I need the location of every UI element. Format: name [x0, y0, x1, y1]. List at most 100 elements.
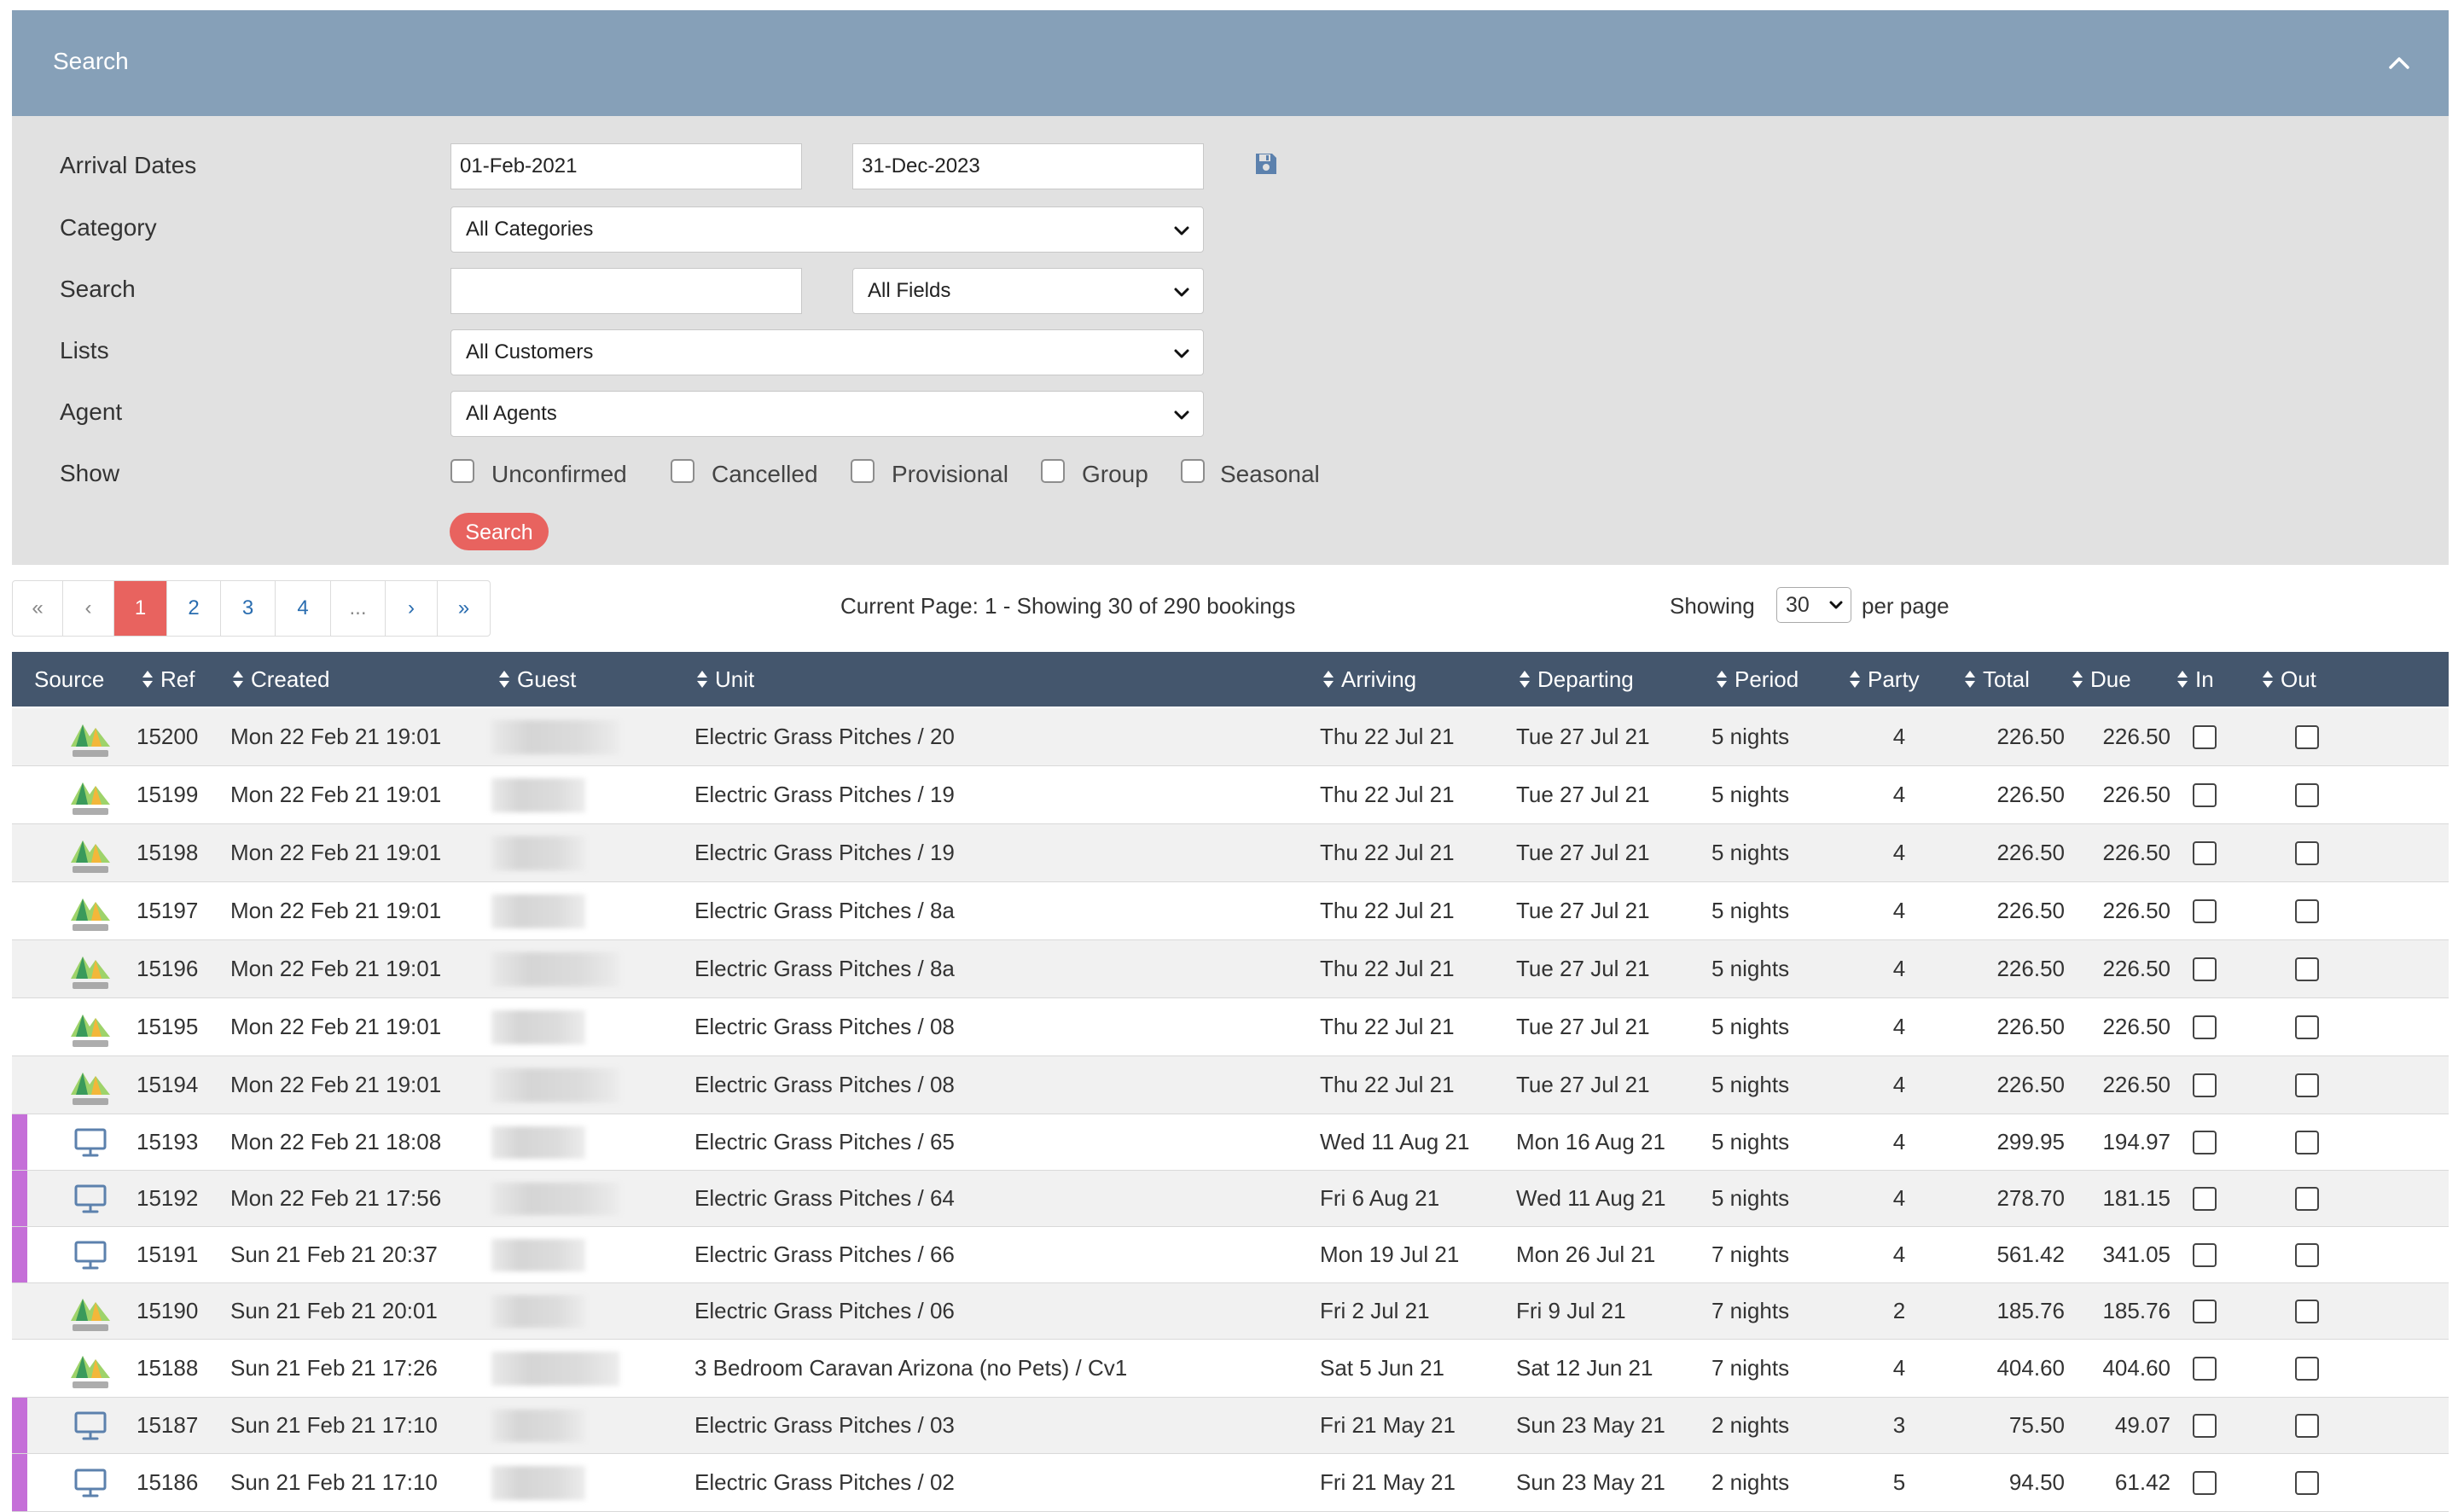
- check-in-checkbox[interactable]: [2193, 1015, 2217, 1039]
- table-row[interactable]: 15188 Sun 21 Feb 21 17:26 3 Bedroom Carava…: [12, 1340, 2449, 1398]
- check-out-checkbox[interactable]: [2295, 840, 2319, 865]
- guest-cell: [479, 882, 616, 939]
- col-in[interactable]: In: [2176, 652, 2214, 707]
- group-checkbox[interactable]: [1041, 459, 1065, 483]
- ref-cell[interactable]: 15186: [137, 1454, 222, 1511]
- search-input[interactable]: [450, 268, 802, 314]
- check-out-checkbox[interactable]: [2295, 782, 2319, 807]
- table-row[interactable]: 15196 Mon 22 Feb 21 19:01 Electric Grass P…: [12, 940, 2449, 998]
- check-in-checkbox[interactable]: [2193, 1413, 2217, 1438]
- check-in-checkbox[interactable]: [2193, 1130, 2217, 1154]
- check-out-checkbox[interactable]: [2295, 1015, 2319, 1039]
- table-row[interactable]: 15193 Mon 22 Feb 21 18:08 Electric Grass P…: [12, 1114, 2449, 1171]
- check-out-checkbox[interactable]: [2295, 1299, 2319, 1323]
- ref-cell[interactable]: 15200: [137, 708, 222, 765]
- col-departing[interactable]: Departing: [1519, 652, 1634, 707]
- lists-select[interactable]: All Customers: [450, 329, 1204, 375]
- ref-cell[interactable]: 15193: [137, 1114, 222, 1170]
- due-cell: 404.60: [2102, 1355, 2171, 1381]
- table-row[interactable]: 15187 Sun 21 Feb 21 17:10 Electric Grass P…: [12, 1398, 2449, 1454]
- unconfirmed-checkbox[interactable]: [450, 459, 474, 483]
- ref-cell[interactable]: 15191: [137, 1227, 222, 1282]
- table-row[interactable]: 15199 Mon 22 Feb 21 19:01 Electric Grass P…: [12, 766, 2449, 824]
- category-select[interactable]: All Categories: [450, 206, 1204, 253]
- col-total[interactable]: Total: [1964, 652, 2030, 707]
- check-in-checkbox[interactable]: [2193, 1242, 2217, 1267]
- check-in-checkbox[interactable]: [2193, 1356, 2217, 1381]
- page-4-button[interactable]: 4: [276, 581, 331, 636]
- ref-cell[interactable]: 15194: [137, 1056, 222, 1114]
- table-row[interactable]: 15191 Sun 21 Feb 21 20:37 Electric Grass P…: [12, 1227, 2449, 1283]
- col-period[interactable]: Period: [1716, 652, 1799, 707]
- party-cell: 5: [1892, 1469, 1906, 1495]
- col-created[interactable]: Created: [232, 652, 330, 707]
- next-page-button[interactable]: ›: [386, 581, 438, 636]
- check-in-checkbox[interactable]: [2193, 957, 2217, 981]
- check-out-checkbox[interactable]: [2295, 898, 2319, 923]
- ref-cell[interactable]: 15188: [137, 1340, 222, 1397]
- table-row[interactable]: 15192 Mon 22 Feb 21 17:56 Electric Grass P…: [12, 1171, 2449, 1227]
- check-in-checkbox[interactable]: [2193, 724, 2217, 749]
- search-button[interactable]: Search: [450, 513, 549, 550]
- col-guest[interactable]: Guest: [498, 652, 576, 707]
- save-icon[interactable]: [1254, 152, 1278, 176]
- last-page-button[interactable]: »: [438, 581, 490, 636]
- first-page-button[interactable]: «: [13, 581, 63, 636]
- check-out-checkbox[interactable]: [2295, 724, 2319, 749]
- check-in-checkbox[interactable]: [2193, 840, 2217, 865]
- table-row[interactable]: 15200 Mon 22 Feb 21 19:01 Electric Grass P…: [12, 708, 2449, 766]
- agent-select[interactable]: All Agents: [450, 391, 1204, 437]
- ref-cell[interactable]: 15197: [137, 882, 222, 939]
- table-row[interactable]: 15197 Mon 22 Feb 21 19:01 Electric Grass P…: [12, 882, 2449, 940]
- check-out-checkbox[interactable]: [2295, 1186, 2319, 1211]
- provisional-checkbox[interactable]: [851, 459, 875, 483]
- check-in-checkbox[interactable]: [2193, 1470, 2217, 1495]
- per-page-select[interactable]: 30: [1776, 587, 1851, 623]
- col-due[interactable]: Due: [2072, 652, 2131, 707]
- check-in-checkbox[interactable]: [2193, 782, 2217, 807]
- check-out-checkbox[interactable]: [2295, 1413, 2319, 1438]
- chevron-up-icon[interactable]: [2386, 49, 2413, 77]
- page-1-button[interactable]: 1: [114, 581, 167, 636]
- table-row[interactable]: 15198 Mon 22 Feb 21 19:01 Electric Grass P…: [12, 824, 2449, 882]
- search-field-select[interactable]: All Fields: [852, 268, 1204, 314]
- check-in-checkbox[interactable]: [2193, 898, 2217, 923]
- check-out-checkbox[interactable]: [2295, 1130, 2319, 1154]
- check-in-checkbox[interactable]: [2193, 1073, 2217, 1097]
- page-2-button[interactable]: 2: [167, 581, 221, 636]
- check-out-checkbox[interactable]: [2295, 1470, 2319, 1495]
- table-row[interactable]: 15186 Sun 21 Feb 21 17:10 Electric Grass P…: [12, 1454, 2449, 1512]
- check-in-cell: [2179, 824, 2230, 881]
- ref-cell[interactable]: 15187: [137, 1398, 222, 1453]
- check-in-checkbox[interactable]: [2193, 1186, 2217, 1211]
- ref-cell[interactable]: 15199: [137, 766, 222, 823]
- table-row[interactable]: 15194 Mon 22 Feb 21 19:01 Electric Grass P…: [12, 1056, 2449, 1114]
- check-out-cell: [2281, 1114, 2333, 1170]
- ref-cell[interactable]: 15198: [137, 824, 222, 881]
- arrival-from-input[interactable]: 01-Feb-2021: [450, 143, 802, 189]
- ref-cell[interactable]: 15190: [137, 1283, 222, 1339]
- col-party[interactable]: Party: [1849, 652, 1920, 707]
- cancelled-checkbox[interactable]: [671, 459, 694, 483]
- desktop-icon: [74, 1241, 107, 1269]
- check-out-checkbox[interactable]: [2295, 1242, 2319, 1267]
- check-out-checkbox[interactable]: [2295, 1073, 2319, 1097]
- ref-cell[interactable]: 15195: [137, 998, 222, 1055]
- seasonal-checkbox[interactable]: [1181, 459, 1205, 483]
- check-in-checkbox[interactable]: [2193, 1299, 2217, 1323]
- col-arriving[interactable]: Arriving: [1322, 652, 1416, 707]
- search-panel-header[interactable]: Search: [12, 10, 2449, 116]
- unit-cell: Electric Grass Pitches / 06: [694, 1298, 955, 1323]
- col-ref[interactable]: Ref: [142, 652, 195, 707]
- prev-page-button[interactable]: ‹: [63, 581, 114, 636]
- arrival-to-input[interactable]: 31-Dec-2023: [852, 143, 1204, 189]
- check-out-checkbox[interactable]: [2295, 1356, 2319, 1381]
- ref-cell[interactable]: 15196: [137, 940, 222, 997]
- col-unit[interactable]: Unit: [696, 652, 754, 707]
- ref-cell[interactable]: 15192: [137, 1171, 222, 1226]
- check-out-checkbox[interactable]: [2295, 957, 2319, 981]
- table-row[interactable]: 15190 Sun 21 Feb 21 20:01 Electric Grass P…: [12, 1283, 2449, 1340]
- col-out[interactable]: Out: [2262, 652, 2316, 707]
- table-row[interactable]: 15195 Mon 22 Feb 21 19:01 Electric Grass P…: [12, 998, 2449, 1056]
- page-3-button[interactable]: 3: [221, 581, 276, 636]
